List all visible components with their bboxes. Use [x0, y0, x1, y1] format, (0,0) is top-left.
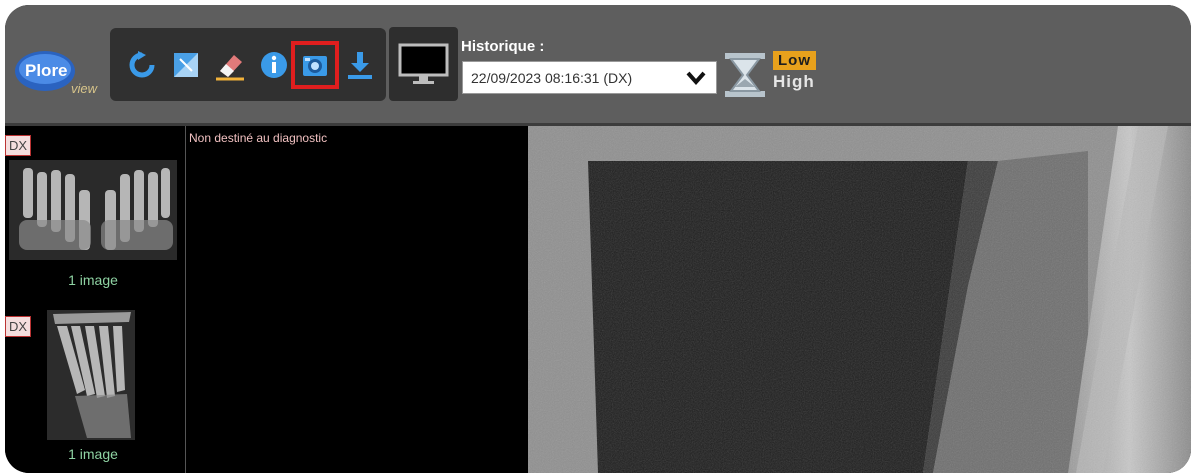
image-count: 1 image [68, 272, 118, 288]
modality-badge: DX [5, 135, 32, 156]
study-thumbnail[interactable] [9, 160, 177, 265]
xray-image [528, 126, 1191, 473]
info-button[interactable] [256, 47, 292, 83]
rotate-button[interactable] [124, 47, 160, 83]
invert-icon [174, 53, 198, 77]
disclaimer-text: Non destiné au diagnostic [189, 131, 328, 145]
screen-layout-button[interactable] [389, 27, 458, 101]
viewer-window: Plore view Historique: 22/09/2023 08:16… [5, 5, 1191, 473]
study-list: DX 1 image DX 1 image [5, 126, 181, 473]
tool-group [110, 28, 386, 101]
study-thumbnail[interactable] [47, 310, 135, 445]
hourglass-icon[interactable] [717, 49, 771, 101]
invert-button[interactable] [168, 47, 204, 83]
monitor-icon [398, 43, 449, 84]
quality-toggle[interactable]: Low High [773, 51, 816, 92]
camera-icon [303, 56, 327, 76]
modality-badge: DX [5, 316, 32, 337]
history-select[interactable]: 22/09/2023 08:16:31 (DX) [462, 61, 717, 94]
image-count: 1 image [68, 446, 118, 462]
eraser-icon [216, 55, 244, 81]
download-icon [348, 52, 372, 79]
viewport-overlay-panel: Non destiné au diagnostic [185, 126, 529, 473]
toolbar: Plore view Historique: 22/09/2023 08:16… [5, 5, 1191, 126]
xray-viewport[interactable] [528, 126, 1191, 473]
svg-text:view: view [71, 81, 99, 96]
screenshot-button[interactable] [291, 41, 339, 89]
info-icon [261, 52, 287, 78]
chevron-down-icon [686, 71, 706, 85]
study-item[interactable]: DX 1 image [5, 126, 181, 291]
svg-text:Plore: Plore [25, 61, 68, 80]
quality-low-option[interactable]: Low [773, 51, 816, 70]
history-value: 22/09/2023 08:16:31 (DX) [471, 69, 633, 86]
app-logo: Plore view [11, 49, 111, 99]
study-item[interactable]: DX 1 image [5, 304, 181, 473]
quality-high-option[interactable]: High [773, 72, 816, 92]
rotate-icon [129, 51, 155, 78]
history-label: Historique : [461, 38, 545, 55]
eraser-button[interactable] [212, 47, 248, 83]
download-button[interactable] [342, 47, 378, 83]
